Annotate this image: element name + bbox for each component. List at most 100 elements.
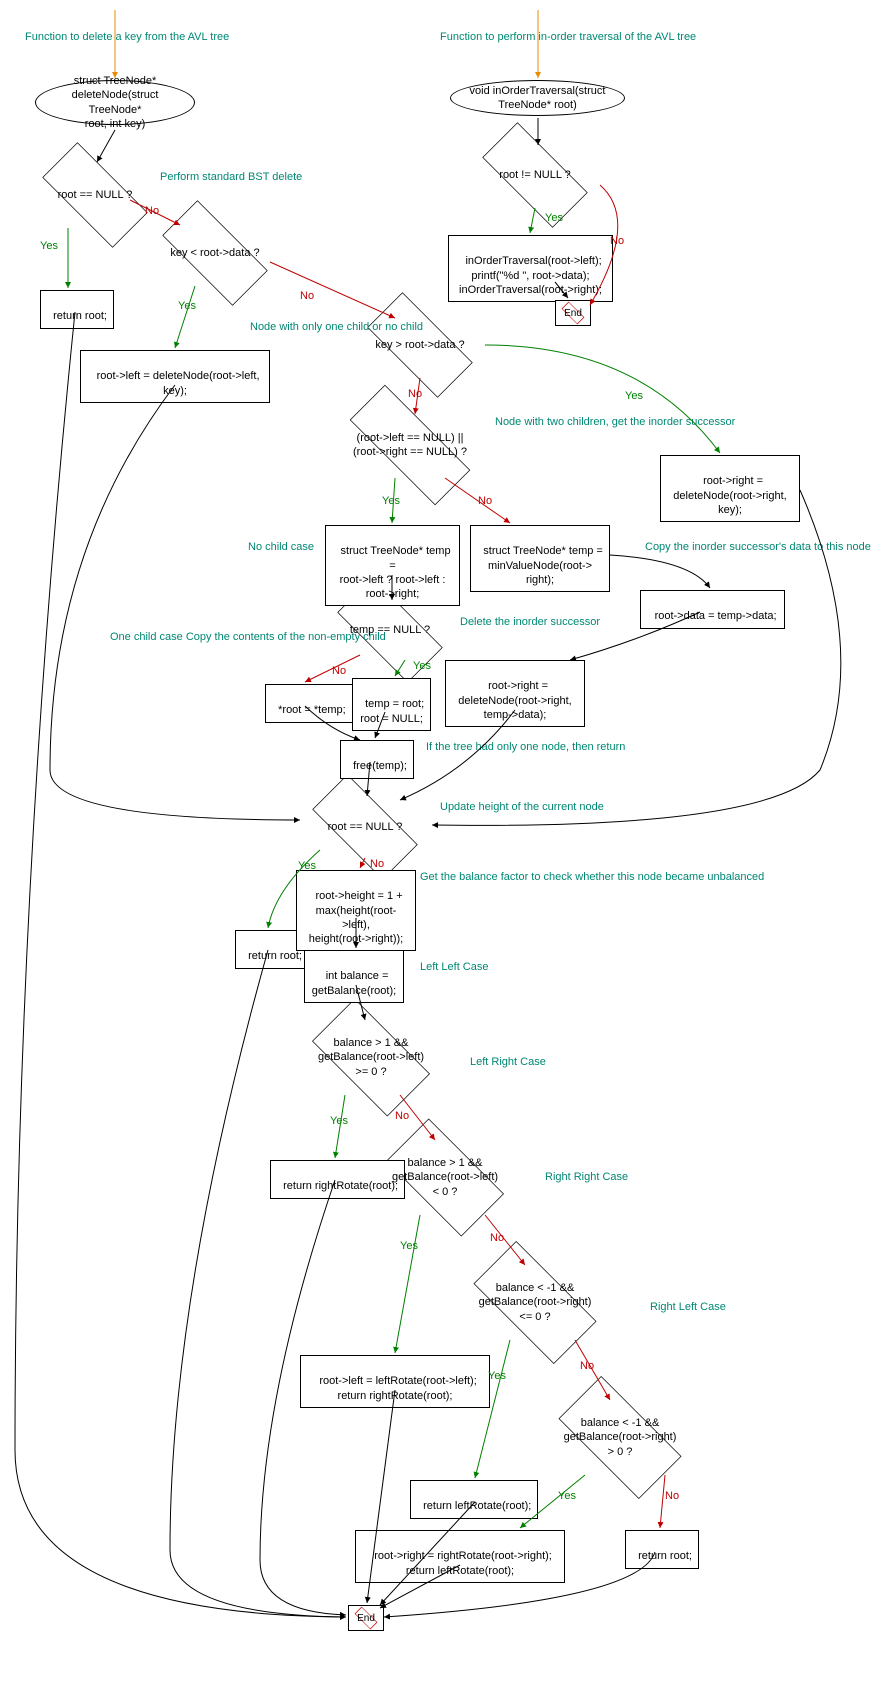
- decision-root-null-2-text: root == NULL ?: [328, 820, 403, 834]
- edge-d7-no: No: [395, 1110, 409, 1122]
- process-return-root-3-text: return root;: [638, 1550, 692, 1562]
- terminal-delete-text: struct TreeNode* deleteNode(struct TreeN…: [50, 74, 180, 131]
- edge-d2-yes: Yes: [178, 300, 196, 312]
- process-return-root-3: return root;: [625, 1530, 699, 1569]
- process-delete-left-text: root->left = deleteNode(root->left, key)…: [97, 370, 260, 396]
- terminal-traverse: void inOrderTraversal(struct TreeNode* r…: [450, 80, 625, 116]
- comment-onlyone: If the tree had only one node, then retu…: [426, 740, 625, 754]
- comment-updheight: Update height of the current node: [440, 800, 604, 814]
- decision-root-null-2: root == NULL ?: [295, 792, 435, 862]
- process-get-balance: int balance = getBalance(root);: [304, 950, 404, 1003]
- process-traverse-body: inOrderTraversal(root->left); printf("%d…: [448, 235, 613, 302]
- edge-d5-yes: Yes: [413, 660, 431, 672]
- process-update-height-text: root->height = 1 + max(height(root->left…: [309, 890, 403, 945]
- decision-left-or-right-null-text: (root->left == NULL) || (root->right == …: [353, 431, 467, 460]
- comment-rl: Right Left Case: [650, 1300, 726, 1314]
- terminal-traverse-text: void inOrderTraversal(struct TreeNode* r…: [470, 84, 606, 113]
- terminal-delete: struct TreeNode* deleteNode(struct TreeN…: [35, 80, 195, 125]
- end-traverse: End: [555, 300, 591, 326]
- process-free-temp-text: free(temp);: [353, 760, 407, 772]
- edge-d1-yes: Yes: [40, 240, 58, 252]
- comment-fn-traverse: Function to perform in-order traversal o…: [440, 30, 696, 44]
- process-free-temp: free(temp);: [340, 740, 414, 779]
- comment-bst: Perform standard BST delete: [160, 170, 302, 184]
- edge-d3-no: No: [408, 388, 422, 400]
- process-temp-minvalue-text: struct TreeNode* temp = minValueNode(roo…: [483, 545, 603, 586]
- decision-rl-text: balance < -1 && getBalance(root->right) …: [564, 1416, 677, 1459]
- decision-rr: balance < -1 && getBalance(root->right) …: [455, 1260, 615, 1345]
- process-delete-right-text: root->right = deleteNode(root->right, ke…: [673, 475, 786, 516]
- process-get-balance-text: int balance = getBalance(root);: [312, 970, 396, 996]
- process-delete-right: root->right = deleteNode(root->right, ke…: [660, 455, 800, 522]
- edge-d9-no: No: [580, 1360, 594, 1372]
- decision-temp-null-text: temp == NULL ?: [350, 623, 430, 637]
- process-left-rotate-text: return leftRotate(root);: [423, 1500, 531, 1512]
- process-root-null: temp = root; root = NULL;: [352, 678, 431, 731]
- flowchart-edges: [0, 0, 890, 1702]
- process-left-rotate: return leftRotate(root);: [410, 1480, 538, 1519]
- process-temp-left-or-right-text: struct TreeNode* temp = root->left ? roo…: [340, 545, 454, 600]
- comment-ll: Left Left Case: [420, 960, 489, 974]
- edge-td1-no: No: [610, 235, 624, 247]
- decision-ll-text: balance > 1 && getBalance(root->left) >=…: [318, 1036, 424, 1079]
- decision-root-null-1: root == NULL ?: [25, 160, 165, 230]
- process-lr-rotate-text: root->left = leftRotate(root->left); ret…: [319, 1375, 476, 1401]
- decision-ll: balance > 1 && getBalance(root->left) >=…: [296, 1015, 446, 1100]
- comment-balfactor: Get the balance factor to check whether …: [420, 870, 764, 884]
- decision-key-gt-text: key > root->data ?: [375, 338, 464, 352]
- process-return-root-1: return root;: [40, 290, 114, 329]
- comment-lr: Left Right Case: [470, 1055, 546, 1069]
- edge-d2-no: No: [300, 290, 314, 302]
- process-traverse-body-text: inOrderTraversal(root->left); printf("%d…: [459, 255, 602, 296]
- process-return-root-1-text: return root;: [53, 310, 107, 322]
- decision-temp-null: temp == NULL ?: [320, 595, 460, 665]
- decision-lr: balance > 1 && getBalance(root->left) < …: [370, 1135, 520, 1220]
- decision-key-lt: key < root->data ?: [145, 218, 285, 288]
- comment-fn-delete: Function to delete a key from the AVL tr…: [25, 30, 229, 44]
- decision-lr-text: balance > 1 && getBalance(root->left) < …: [392, 1156, 498, 1199]
- edge-d4-no: No: [478, 495, 492, 507]
- edge-d10-no: No: [665, 1490, 679, 1502]
- process-rl-rotate-text: root->right = rightRotate(root->right); …: [374, 1550, 552, 1576]
- process-copy-root-text: *root = *temp;: [278, 704, 346, 716]
- process-lr-rotate: root->left = leftRotate(root->left); ret…: [300, 1355, 490, 1408]
- edge-d8-no: No: [490, 1232, 504, 1244]
- process-delete-successor: root->right = deleteNode(root->right, te…: [445, 660, 585, 727]
- end-delete: End: [348, 1605, 384, 1631]
- edge-d7-yes: Yes: [330, 1115, 348, 1127]
- process-temp-minvalue: struct TreeNode* temp = minValueNode(roo…: [470, 525, 610, 592]
- process-copy-data: root->data = temp->data;: [640, 590, 785, 629]
- end-delete-text: End: [357, 1613, 375, 1624]
- process-copy-data-text: root->data = temp->data;: [655, 610, 777, 622]
- edge-td1-yes: Yes: [545, 212, 563, 224]
- decision-traverse-root-notnull: root != NULL ?: [465, 140, 605, 210]
- decision-rr-text: balance < -1 && getBalance(root->right) …: [479, 1281, 592, 1324]
- process-return-root-2-text: return root;: [248, 950, 302, 962]
- process-rl-rotate: root->right = rightRotate(root->right); …: [355, 1530, 565, 1583]
- edge-d5-no: No: [332, 665, 346, 677]
- process-update-height: root->height = 1 + max(height(root->left…: [296, 870, 416, 951]
- comment-twochild: Node with two children, get the inorder …: [495, 415, 735, 429]
- decision-key-lt-text: key < root->data ?: [170, 246, 259, 260]
- decision-root-null-1-text: root == NULL ?: [58, 188, 133, 202]
- process-copy-root: *root = *temp;: [265, 684, 353, 723]
- process-root-null-text: temp = root; root = NULL;: [360, 698, 424, 724]
- edge-d1-no: No: [145, 205, 159, 217]
- edge-d8-yes: Yes: [400, 1240, 418, 1252]
- edge-d4-yes: Yes: [382, 495, 400, 507]
- end-traverse-text: End: [564, 308, 582, 319]
- comment-nochild: No child case: [248, 540, 314, 554]
- decision-key-gt: key > root->data ?: [350, 310, 490, 380]
- edge-d3-yes: Yes: [625, 390, 643, 402]
- decision-rl: balance < -1 && getBalance(root->right) …: [540, 1395, 700, 1480]
- comment-delinorder: Delete the inorder successor: [460, 615, 600, 629]
- comment-rr: Right Right Case: [545, 1170, 628, 1184]
- decision-left-or-right-null: (root->left == NULL) || (root->right == …: [325, 410, 495, 480]
- process-delete-left: root->left = deleteNode(root->left, key)…: [80, 350, 270, 403]
- edge-d9-yes: Yes: [488, 1370, 506, 1382]
- decision-traverse-root-notnull-text: root != NULL ?: [499, 168, 570, 182]
- comment-copyinorder: Copy the inorder successor's data to thi…: [645, 540, 871, 554]
- edge-d10-yes: Yes: [558, 1490, 576, 1502]
- edge-d6-no: No: [370, 858, 384, 870]
- edge-d6-yes: Yes: [298, 860, 316, 872]
